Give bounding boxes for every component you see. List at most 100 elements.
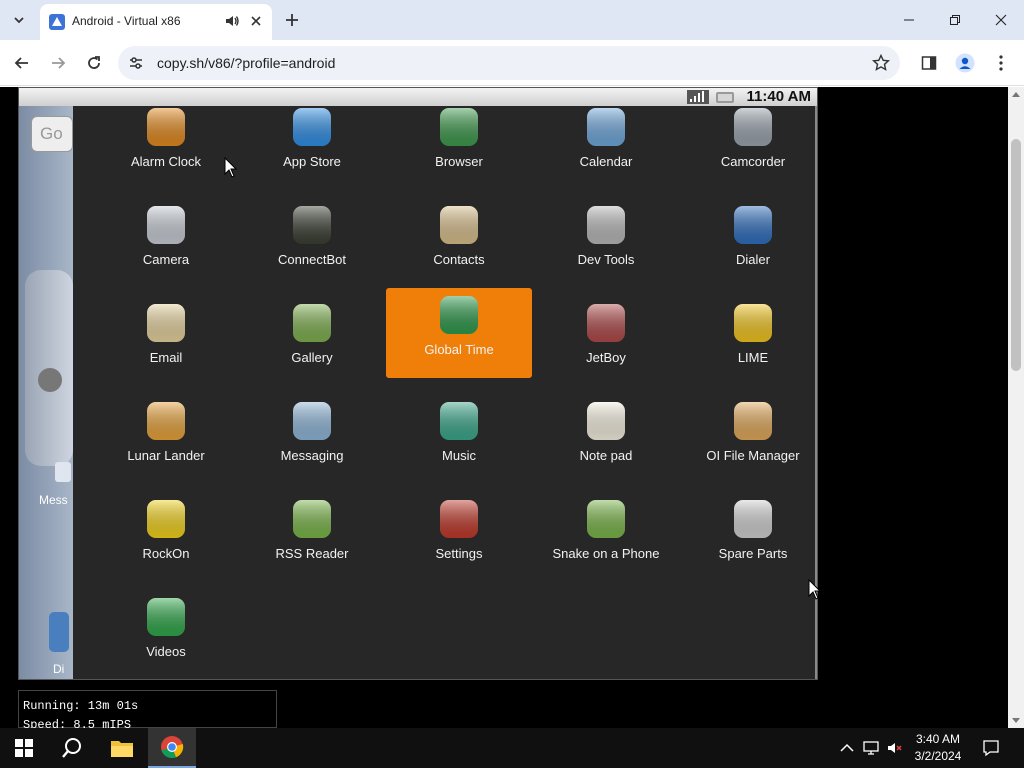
play-icon — [38, 368, 62, 392]
app-label: RSS Reader — [275, 546, 349, 561]
app-label: Alarm Clock — [130, 154, 202, 169]
app-label: Music — [442, 448, 476, 463]
app-music[interactable]: Music — [386, 394, 532, 484]
page-scrollbar[interactable] — [1008, 87, 1024, 728]
app-label: Snake on a Phone — [552, 546, 660, 561]
side-panel-button[interactable] — [918, 52, 940, 74]
mouse-cursor-icon — [224, 157, 238, 178]
system-clock[interactable]: 3:40 AM 3/2/2024 — [906, 731, 970, 765]
restore-button[interactable] — [932, 0, 978, 40]
windows-icon — [15, 739, 33, 757]
google-search-widget[interactable]: Go — [31, 116, 73, 152]
app-calendar[interactable]: Calendar — [533, 100, 679, 190]
star-icon[interactable] — [872, 54, 890, 72]
app-label: Camcorder — [720, 154, 786, 169]
emulator-screen[interactable]: 11:40 AM Go Mess Di Alarm Clock App Store… — [18, 87, 818, 680]
chevron-up-icon[interactable] — [838, 739, 856, 757]
url-text[interactable]: copy.sh/v86/?profile=android — [157, 55, 335, 71]
browser-tab[interactable]: Android - Virtual x86 — [40, 4, 272, 40]
back-button[interactable] — [8, 49, 36, 77]
app-app-store[interactable]: App Store — [239, 100, 385, 190]
app-snake-on-a-phone[interactable]: Snake on a Phone — [533, 492, 679, 582]
emulator-stats: Running: 13m 01s Speed: 8.5 mIPS — [18, 690, 277, 728]
app-videos[interactable]: Videos — [93, 590, 239, 679]
volume-muted-icon[interactable] — [886, 739, 904, 757]
scroll-down-icon[interactable] — [1012, 718, 1020, 724]
app-label: Camera — [142, 252, 190, 267]
app-label: Settings — [435, 546, 483, 561]
settings-icon — [436, 496, 482, 542]
drawer-handle[interactable] — [25, 270, 73, 466]
chrome-icon — [161, 736, 184, 758]
mouse-cursor-icon — [808, 579, 822, 600]
app-alarm-clock[interactable]: Alarm Clock — [93, 100, 239, 190]
app-browser[interactable]: Browser — [386, 100, 532, 190]
close-icon[interactable] — [248, 13, 264, 29]
app-contacts[interactable]: Contacts — [386, 198, 532, 288]
snake-icon — [583, 496, 629, 542]
app-lunar-lander[interactable]: Lunar Lander — [93, 394, 239, 484]
plus-icon[interactable] — [282, 10, 302, 30]
spare-parts-icon — [730, 496, 776, 542]
app-note-pad[interactable]: Note pad — [533, 394, 679, 484]
app-oi-file-manager[interactable]: OI File Manager — [680, 394, 817, 484]
taskbar: 3:40 AM 3/2/2024 — [0, 728, 1024, 768]
address-bar[interactable]: copy.sh/v86/?profile=android — [118, 46, 900, 80]
chevron-down-icon — [14, 17, 24, 24]
app-label: Messaging — [280, 448, 344, 463]
app-gallery[interactable]: Gallery — [239, 296, 385, 386]
back-arrow-icon — [14, 57, 28, 69]
reload-button[interactable] — [80, 49, 108, 77]
scrollbar-thumb[interactable] — [1011, 139, 1021, 371]
app-dev-tools[interactable]: Dev Tools — [533, 198, 679, 288]
close-window-button[interactable] — [978, 0, 1024, 40]
speed-readout: Speed: 8.5 mIPS — [23, 718, 132, 728]
app-rockon[interactable]: RockOn — [93, 492, 239, 582]
app-settings[interactable]: Settings — [386, 492, 532, 582]
tune-icon[interactable] — [128, 55, 144, 71]
running-time: Running: 13m 01s — [23, 699, 139, 713]
app-label: Spare Parts — [718, 546, 788, 561]
scroll-up-icon[interactable] — [1012, 91, 1020, 97]
start-button[interactable] — [0, 728, 48, 768]
dialer-icon — [730, 202, 776, 248]
lemon-icon — [730, 300, 776, 346]
rockon-icon — [143, 496, 189, 542]
app-email[interactable]: Email — [93, 296, 239, 386]
app-jetboy[interactable]: JetBoy — [533, 296, 679, 386]
minimize-button[interactable] — [886, 0, 932, 40]
app-label: Dev Tools — [577, 252, 635, 267]
email-icon — [143, 300, 189, 346]
notification-icon[interactable] — [982, 739, 1000, 757]
profile-button[interactable] — [954, 52, 976, 74]
tab-search-button[interactable] — [6, 8, 32, 32]
app-camera[interactable]: Camera — [93, 198, 239, 288]
app-global-time[interactable]: Global Time — [386, 288, 532, 378]
tab-strip: Android - Virtual x86 — [0, 0, 1024, 40]
app-connectbot[interactable]: ConnectBot — [239, 198, 385, 288]
app-label: Dialer — [736, 252, 770, 267]
alarm-clock-icon — [143, 104, 189, 150]
speaker-icon[interactable] — [224, 13, 240, 29]
app-camcorder[interactable]: Camcorder — [680, 100, 817, 190]
gallery-icon — [289, 300, 335, 346]
minimize-icon — [904, 19, 914, 21]
network-icon[interactable] — [862, 739, 880, 757]
search-button[interactable] — [48, 728, 96, 768]
app-label: OI File Manager — [706, 448, 800, 463]
globe-icon — [436, 104, 482, 150]
file-explorer-button[interactable] — [98, 728, 146, 768]
app-spare-parts[interactable]: Spare Parts — [680, 492, 817, 582]
chrome-button[interactable] — [148, 728, 196, 768]
app-dialer[interactable]: Dialer — [680, 198, 817, 288]
app-label: Lunar Lander — [127, 448, 205, 463]
messaging-icon — [55, 462, 71, 482]
videos-icon — [143, 594, 189, 640]
app-label: Gallery — [291, 350, 333, 365]
forward-button[interactable] — [44, 49, 72, 77]
app-lime[interactable]: LIME — [680, 296, 817, 386]
browser-menu-button[interactable] — [990, 52, 1012, 74]
dialer-icon — [49, 612, 69, 652]
app-messaging[interactable]: Messaging — [239, 394, 385, 484]
app-rss-reader[interactable]: RSS Reader — [239, 492, 385, 582]
